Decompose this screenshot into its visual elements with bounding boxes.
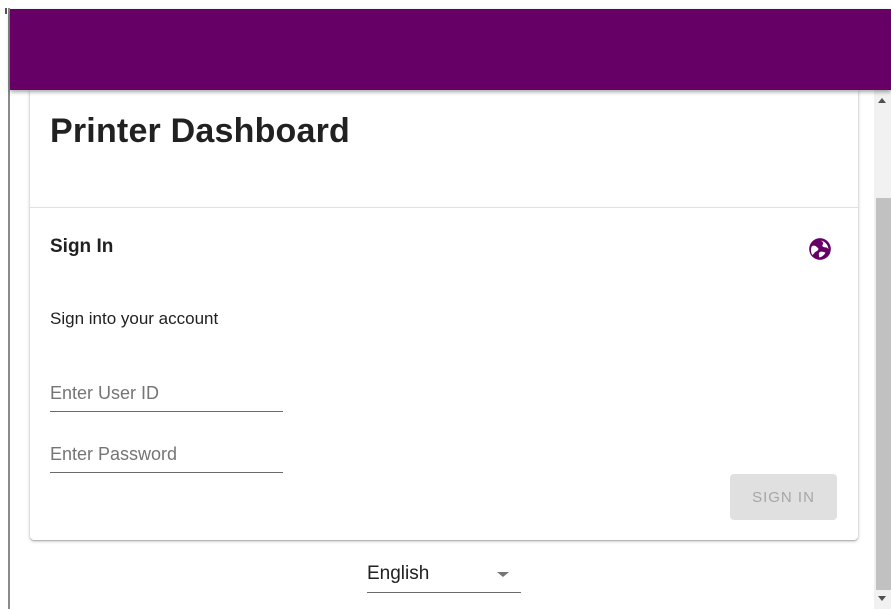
password-input[interactable] xyxy=(50,436,283,473)
login-card: Printer Dashboard Sign In Sign into your… xyxy=(30,90,858,540)
signin-subtitle: Sign into your account xyxy=(50,309,219,328)
scrollbar-thumb[interactable] xyxy=(876,198,891,590)
user-id-input[interactable] xyxy=(50,375,283,412)
vertical-scrollbar[interactable] xyxy=(874,90,891,609)
chevron-down-icon xyxy=(497,572,509,577)
signin-heading: Sign In xyxy=(50,236,114,257)
language-select[interactable]: English xyxy=(367,555,521,593)
language-selected-value: English xyxy=(367,563,430,584)
scroll-down-icon[interactable] xyxy=(878,596,886,601)
globe-icon[interactable] xyxy=(807,236,833,262)
app-header-bar xyxy=(10,9,891,90)
window-edge-tick xyxy=(5,8,7,14)
browser-window: Printer Dashboard Sign In Sign into your… xyxy=(0,0,891,609)
card-divider xyxy=(30,207,858,208)
scroll-up-icon[interactable] xyxy=(878,98,886,103)
page-title: Printer Dashboard xyxy=(50,112,351,150)
signin-button[interactable]: SIGN IN xyxy=(730,474,837,520)
main-content: Printer Dashboard Sign In Sign into your… xyxy=(10,90,874,609)
